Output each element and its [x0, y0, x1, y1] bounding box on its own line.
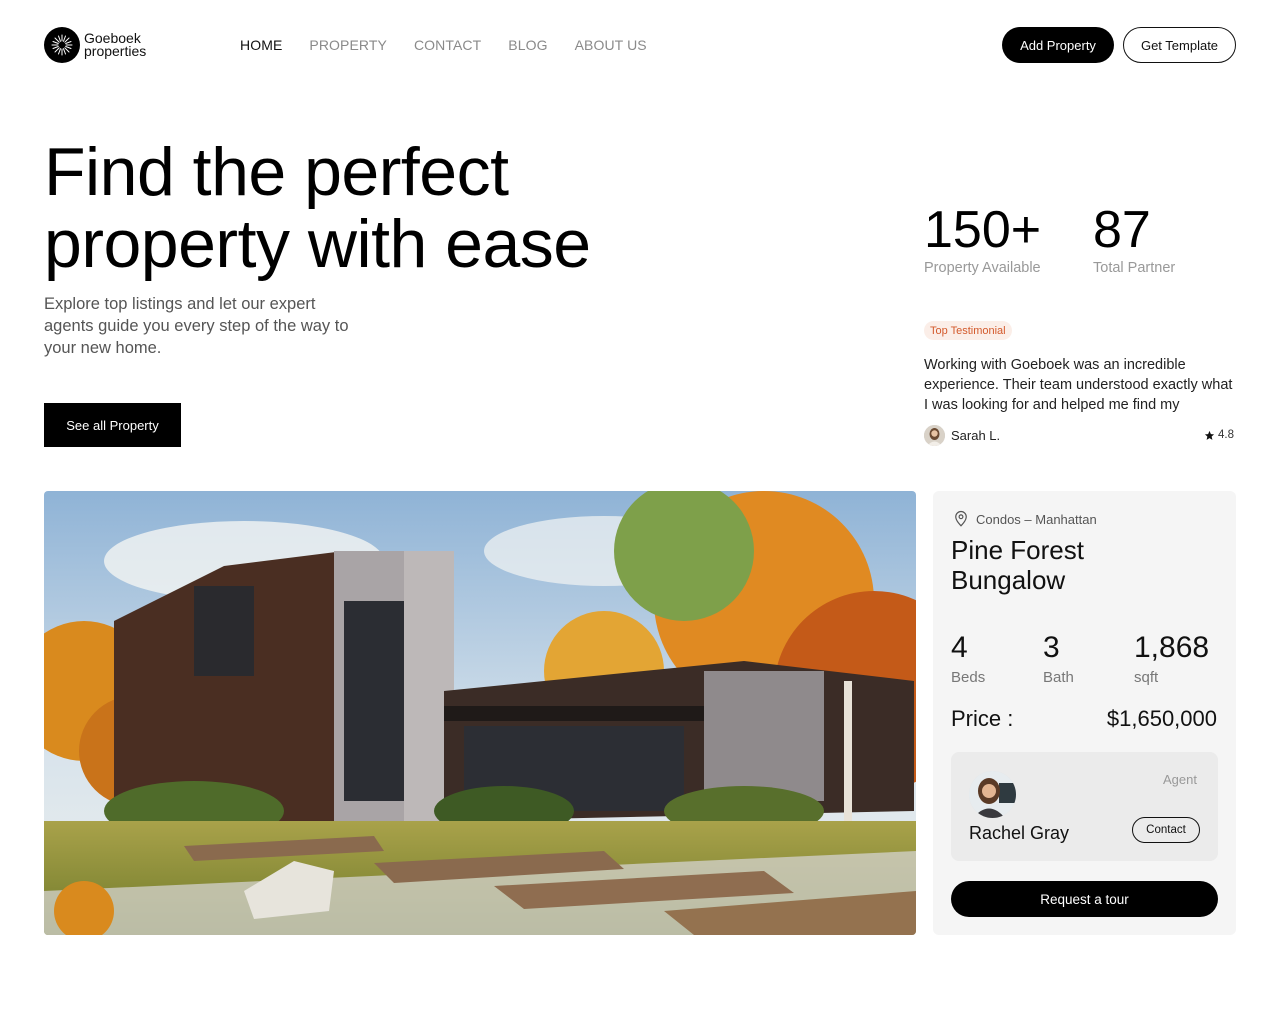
nav-home[interactable]: HOME	[240, 37, 282, 53]
hero-title-line2: property with ease	[44, 206, 591, 282]
listing-location: Condos – Manhattan	[952, 510, 1097, 528]
agent-avatar	[969, 771, 1016, 818]
contact-agent-button[interactable]: Contact	[1132, 817, 1200, 843]
spec-label: sqft	[1134, 669, 1159, 686]
rating-value: 4.8	[1218, 429, 1234, 441]
star-icon	[1204, 430, 1215, 440]
testimonial-author: Sarah L.	[924, 425, 1000, 446]
add-property-button[interactable]: Add Property	[1002, 27, 1114, 63]
spec-beds: 4 Beds	[951, 631, 985, 686]
agent-role: Agent	[1163, 772, 1197, 787]
location-text: Condos – Manhattan	[976, 511, 1097, 527]
spec-value: 4	[951, 631, 968, 664]
spec-value: 3	[1043, 631, 1060, 664]
logo-line2: properties	[84, 43, 147, 59]
nav-contact[interactable]: CONTACT	[414, 37, 481, 53]
listing-title: Pine Forest Bungalow	[951, 535, 1084, 595]
spec-bath: 3 Bath	[1043, 631, 1074, 686]
logo-text: Goeboek properties	[84, 31, 147, 59]
hero-subtitle: Explore top listings and let our expert …	[44, 295, 349, 357]
nav-about-us[interactable]: ABOUT US	[575, 37, 647, 53]
stat-value: 87	[1093, 201, 1151, 259]
hero-title: Find the perfect property with ease	[44, 136, 684, 280]
agent-name: Rachel Gray	[969, 823, 1070, 843]
testimonial-badge: Top Testimonial	[924, 321, 1012, 340]
location-pin-icon	[955, 510, 967, 527]
spec-label: Beds	[951, 669, 986, 686]
stat-properties: 150+ Property Available	[924, 202, 1041, 276]
request-tour-button[interactable]: Request a tour	[951, 881, 1218, 917]
hero-title-line1: Find the perfect	[44, 134, 509, 210]
price-value: $1,650,000	[1106, 706, 1217, 731]
price-label: Price :	[951, 706, 1014, 731]
stat-partners: 87 Total Partner	[1093, 202, 1175, 276]
avatar	[924, 425, 945, 446]
stat-label: Total Partner	[1093, 260, 1176, 276]
rating: 4.8	[1204, 429, 1234, 441]
sunburst-logo-icon	[44, 27, 80, 63]
testimonial-quote: Working with Goeboek was an incredible e…	[924, 357, 1233, 413]
nav-property[interactable]: PROPERTY	[309, 37, 387, 53]
spec-label: Bath	[1043, 669, 1074, 686]
stat-label: Property Available	[924, 260, 1041, 276]
nav-blog[interactable]: BLOG	[508, 37, 547, 53]
spec-value: 1,868	[1134, 631, 1210, 664]
author-name: Sarah L.	[951, 428, 1001, 443]
main-nav: HOME PROPERTY CONTACT BLOG ABOUT US	[240, 37, 647, 53]
spec-sqft: 1,868 sqft	[1134, 631, 1209, 686]
logo[interactable]: Goeboek properties	[44, 27, 146, 63]
property-photo	[44, 491, 916, 935]
get-template-button[interactable]: Get Template	[1123, 27, 1236, 63]
see-all-property-button[interactable]: See all Property	[44, 403, 181, 447]
stat-value: 150+	[924, 201, 1042, 259]
